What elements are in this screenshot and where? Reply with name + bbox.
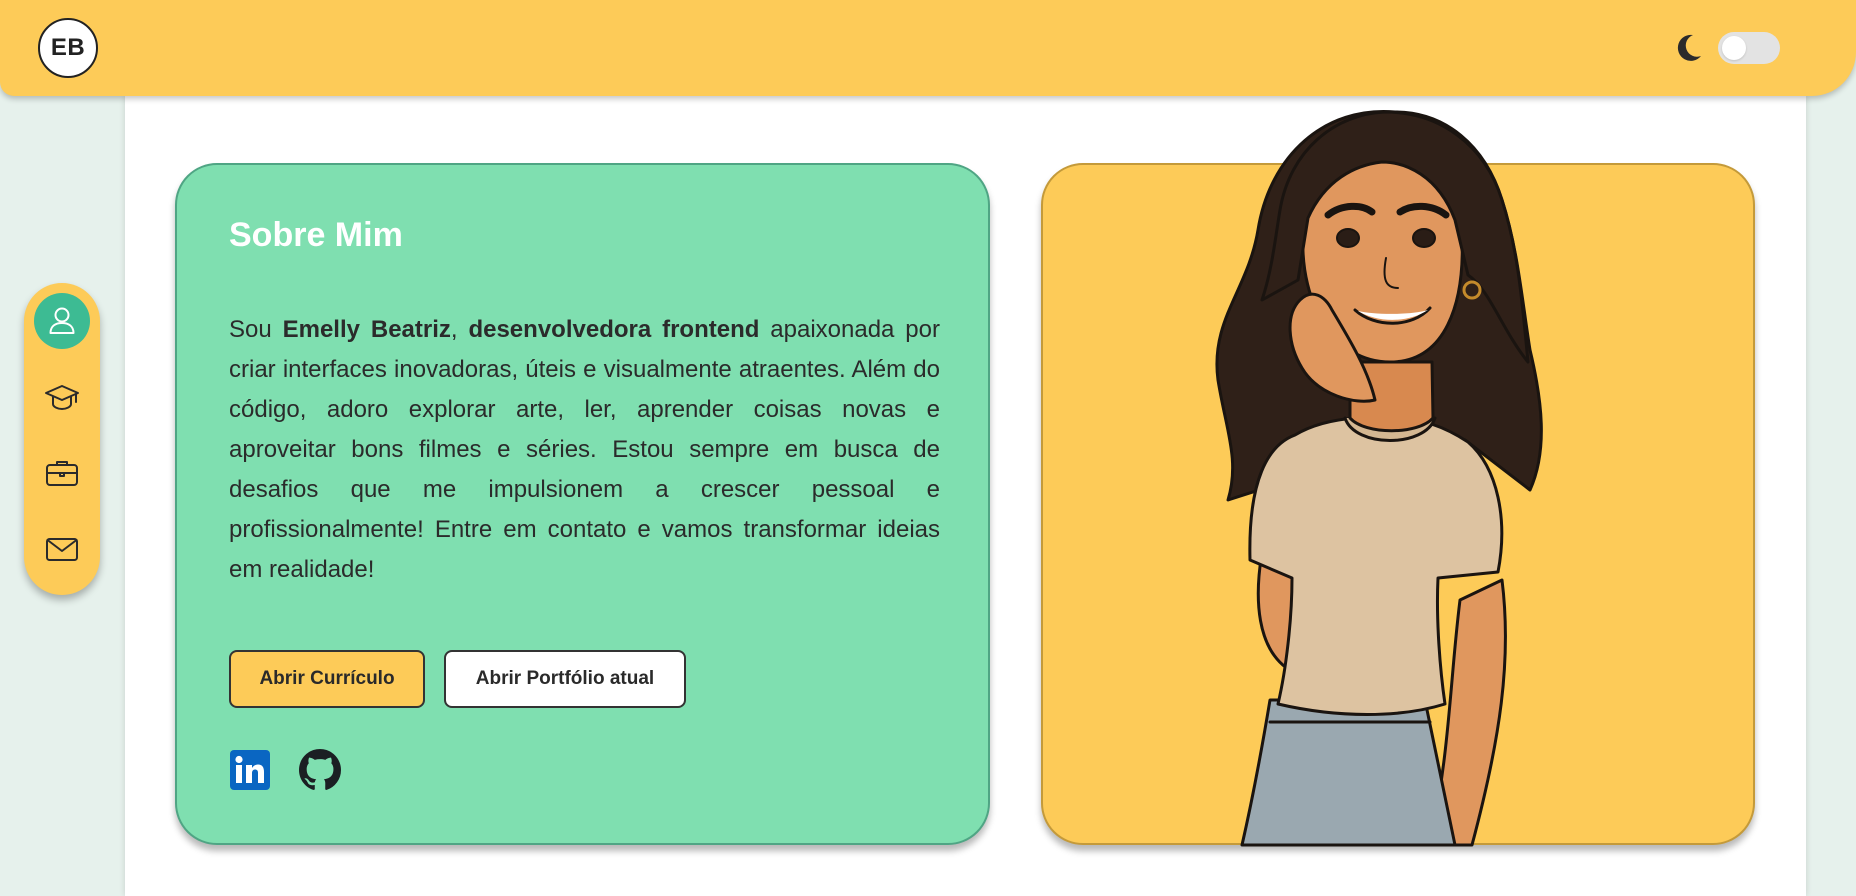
about-role: desenvolvedora frontend [468,316,760,343]
logo[interactable]: EB [38,18,98,78]
mail-icon [46,538,78,561]
top-header: EB [0,0,1856,96]
sidebar-item-education[interactable] [34,369,90,425]
about-text: Sou Emelly Beatriz, desenvolvedora front… [229,310,940,590]
about-body: apaixonada por criar interfaces inovador… [229,316,940,583]
about-title: Sobre Mim [229,216,403,254]
toggle-knob [1722,36,1746,60]
about-card: Sobre Mim Sou Emelly Beatriz, desenvolve… [175,163,990,845]
moon-icon [1677,34,1701,61]
sidebar-nav [24,283,100,595]
graduation-cap-icon [45,385,79,410]
github-icon[interactable] [299,749,341,791]
open-resume-button[interactable]: Abrir Currículo [229,650,425,708]
sidebar-item-about[interactable] [34,293,90,349]
briefcase-icon [46,461,78,486]
sidebar-item-contact[interactable] [34,521,90,577]
theme-toggle[interactable] [1718,32,1780,64]
about-sep: , [450,316,469,343]
about-name: Emelly Beatriz [282,316,451,343]
user-icon [49,307,75,334]
linkedin-icon[interactable] [229,749,271,791]
sidebar-item-experience[interactable] [34,445,90,501]
about-intro: Sou [229,316,283,343]
open-portfolio-button[interactable]: Abrir Portfólio atual [444,650,686,708]
portrait-illustration [1215,110,1543,847]
